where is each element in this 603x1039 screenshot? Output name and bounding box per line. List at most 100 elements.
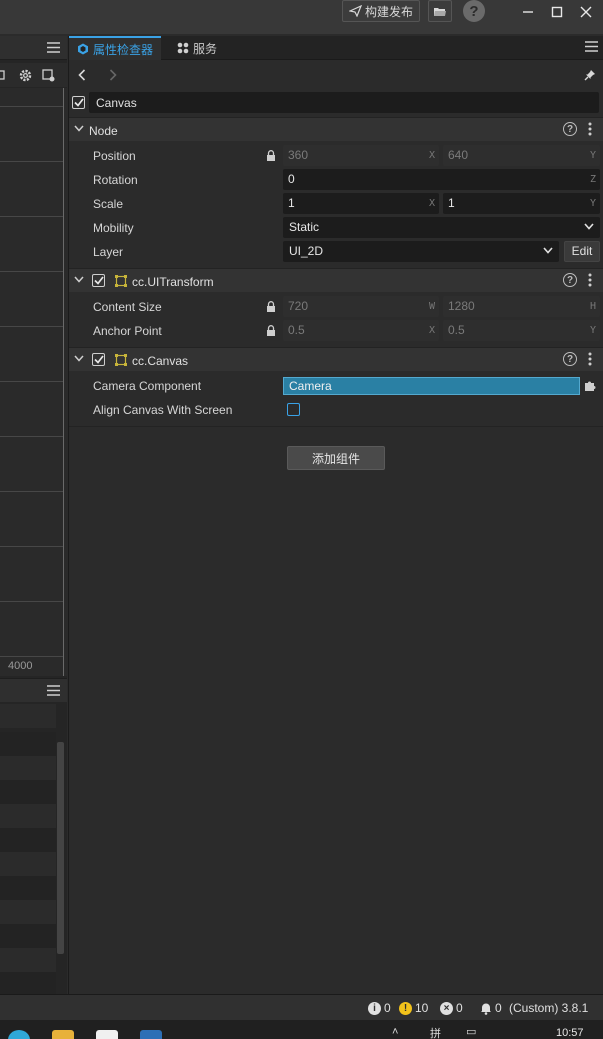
node-name-row: Canvas <box>69 92 603 114</box>
system-tray-icon[interactable]: 拼 <box>430 1025 441 1039</box>
inspector-tabbar: 属性检查器 服务 <box>69 36 603 60</box>
tab-services[interactable]: 服务 <box>169 36 225 60</box>
forward-arrow-icon[interactable] <box>109 69 117 81</box>
gizmo-settings-icon[interactable] <box>42 69 56 82</box>
app-icon[interactable] <box>96 1030 118 1039</box>
grid-line <box>0 601 63 602</box>
clock-time[interactable]: 10:57 <box>556 1027 584 1039</box>
anchor-y-value: 0.5 <box>448 323 465 337</box>
node-name-input[interactable]: Canvas <box>89 92 599 113</box>
tab-inspector[interactable]: 属性检查器 <box>69 36 162 60</box>
camera-component-field[interactable]: Camera <box>283 377 580 395</box>
list-item[interactable] <box>0 756 56 780</box>
help-icon[interactable]: ? <box>563 122 577 136</box>
scale-x-field[interactable]: 1 X <box>283 193 439 214</box>
notification-status[interactable]: 0 <box>480 1001 502 1015</box>
list-item[interactable] <box>0 852 56 876</box>
list-item[interactable] <box>0 876 56 900</box>
grid-line <box>0 546 63 547</box>
list-item[interactable] <box>0 828 56 852</box>
layer-select[interactable]: UI_2D <box>283 241 559 262</box>
pin-icon[interactable] <box>584 69 596 81</box>
file-explorer-icon[interactable] <box>52 1030 74 1039</box>
align-canvas-checkbox[interactable] <box>287 403 300 416</box>
grid-line <box>0 436 63 437</box>
build-publish-button[interactable]: 构建发布 <box>342 0 420 22</box>
inspector-panel: 属性检查器 服务 Canvas Node ? Position 360 X 64… <box>68 36 603 994</box>
edge-browser-icon[interactable] <box>8 1030 30 1039</box>
anchor-x-field: 0.5 X <box>283 320 439 341</box>
grid-line <box>0 326 63 327</box>
window-titlebar: 构建发布 ? <box>0 0 603 34</box>
list-item[interactable] <box>0 948 56 972</box>
info-icon: i <box>368 1001 381 1015</box>
error-count-status[interactable]: × 0 <box>440 1001 463 1015</box>
anchor-x-axis: X <box>428 325 435 336</box>
lock-icon <box>267 150 275 161</box>
chevron-down-icon <box>584 223 594 230</box>
grid-line <box>0 216 63 217</box>
panel-menu-icon[interactable] <box>47 42 60 53</box>
list-item[interactable] <box>0 924 56 948</box>
back-arrow-icon[interactable] <box>78 69 86 81</box>
list-item[interactable] <box>0 780 56 804</box>
system-tray-icon[interactable]: ˄ <box>392 1026 398 1038</box>
help-button[interactable]: ? <box>462 0 486 22</box>
scene-grid[interactable]: 4000 <box>0 88 67 676</box>
scale-y-field[interactable]: 1 Y <box>443 193 600 214</box>
add-component-button[interactable]: 添加组件 <box>287 446 385 470</box>
node-section-header[interactable]: Node ? <box>69 117 603 141</box>
more-vertical-icon[interactable] <box>587 273 593 287</box>
list-item[interactable] <box>0 972 56 994</box>
folder-open-icon <box>434 7 446 16</box>
uitransform-section-header[interactable]: cc.UITransform ? <box>69 268 603 292</box>
open-folder-button[interactable] <box>428 0 452 22</box>
content-width-value: 720 <box>288 299 309 313</box>
content-height-axis: H <box>589 301 596 312</box>
more-vertical-icon[interactable] <box>587 122 593 136</box>
close-button[interactable] <box>569 0 603 24</box>
puzzle-piece-icon[interactable] <box>584 380 596 392</box>
gear-icon[interactable] <box>19 69 32 82</box>
os-taskbar: ˄ 拼 ▭ 10:57 <box>0 1020 603 1039</box>
help-icon[interactable]: ? <box>563 273 577 287</box>
uitransform-enabled-checkbox[interactable] <box>92 274 105 287</box>
position-x-value: 360 <box>288 148 309 162</box>
mobility-select[interactable]: Static <box>283 217 600 238</box>
services-icon <box>177 42 189 54</box>
lock-icon <box>267 325 275 336</box>
scale-x-axis: X <box>428 198 435 209</box>
grid-line <box>0 106 63 107</box>
tool-icon[interactable] <box>0 69 6 81</box>
rotation-field[interactable]: 0 Z <box>283 169 600 190</box>
tab-services-label: 服务 <box>193 41 218 56</box>
help-icon[interactable]: ? <box>563 352 577 366</box>
panel-menu-icon[interactable] <box>47 685 60 696</box>
system-tray-icon[interactable]: ▭ <box>466 1025 476 1038</box>
status-bar: i 0 ! 10 × 0 0 (Custom) 3.8.1 <box>0 994 603 1020</box>
anchor-y-axis: Y <box>589 325 596 336</box>
node-active-checkbox[interactable] <box>72 96 85 109</box>
chevron-down-icon <box>74 276 84 283</box>
layer-edit-button[interactable]: Edit <box>564 241 600 262</box>
warning-icon: ! <box>399 1001 412 1015</box>
scale-x-value: 1 <box>288 196 295 210</box>
list-item[interactable] <box>0 900 56 924</box>
notification-count: 0 <box>495 1001 502 1015</box>
chevron-down-icon <box>543 247 553 254</box>
info-count-status[interactable]: i 0 <box>368 1001 391 1015</box>
list-item[interactable] <box>0 804 56 828</box>
list-item[interactable] <box>0 704 56 728</box>
content-height-value: 1280 <box>448 299 475 313</box>
warning-count-status[interactable]: ! 10 <box>399 1001 428 1015</box>
list-scrollbar[interactable] <box>57 742 64 954</box>
canvas-section-header[interactable]: cc.Canvas ? <box>69 347 603 371</box>
panel-menu-icon[interactable] <box>585 41 598 52</box>
position-y-axis: Y <box>589 150 596 161</box>
list-item[interactable] <box>0 732 56 756</box>
build-publish-label: 构建发布 <box>364 4 413 19</box>
content-size-label: Content Size <box>93 300 162 314</box>
canvas-enabled-checkbox[interactable] <box>92 353 105 366</box>
app-icon[interactable] <box>140 1030 162 1039</box>
more-vertical-icon[interactable] <box>587 352 593 366</box>
